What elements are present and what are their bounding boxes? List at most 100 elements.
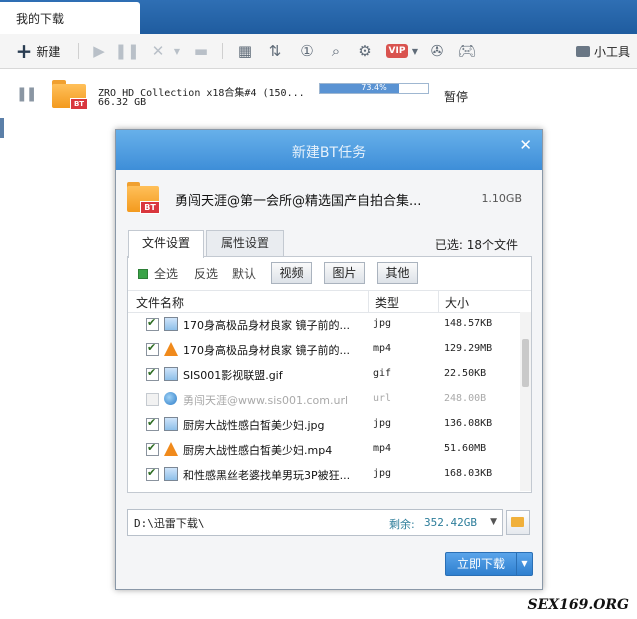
- save-path-field[interactable]: D:\迅雷下载\ 剩余: 352.42GB ▼: [127, 509, 503, 536]
- default-selection-link[interactable]: 默认: [232, 265, 256, 282]
- file-checkbox[interactable]: [146, 366, 159, 381]
- file-type: mp4: [373, 443, 392, 454]
- file-type: mp4: [373, 343, 392, 354]
- video-file-icon: [164, 342, 178, 356]
- tools-label: 小工具: [593, 44, 630, 59]
- file-type: url: [373, 393, 392, 404]
- download-options-dropdown[interactable]: ▼: [516, 552, 533, 576]
- file-row[interactable]: 勇闯天涯@www.sis001.com.url url 248.00B: [128, 387, 520, 412]
- search-icon[interactable]: ⌕: [325, 40, 347, 62]
- save-path-text: D:\迅雷下载\: [134, 517, 205, 530]
- column-type[interactable]: 类型: [375, 294, 399, 311]
- file-name: 170身高极品身材良家 镜子前的...: [183, 344, 350, 357]
- file-size: 136.08KB: [444, 418, 493, 429]
- video-file-icon: [164, 442, 178, 456]
- download-now-button[interactable]: 立即下载: [445, 552, 517, 576]
- tab-property-settings[interactable]: 属性设置: [206, 230, 284, 257]
- file-row[interactable]: SIS001影视联盟.gif gif 22.50KB: [128, 362, 520, 387]
- file-type: jpg: [373, 418, 392, 429]
- file-row[interactable]: 厨房大战性感白皙美少妇.mp4 mp4 51.60MB: [128, 437, 520, 462]
- tab-my-downloads[interactable]: 我的下载: [0, 2, 140, 34]
- filter-bar: 全选 反选 默认 视频 图片 其他: [128, 257, 531, 290]
- file-table-header: 文件名称 类型 大小: [128, 290, 531, 313]
- file-name: 厨房大战性感白皙美少妇.mp4: [183, 444, 333, 457]
- tab-file-settings[interactable]: 文件设置: [128, 230, 204, 258]
- file-checkbox[interactable]: [146, 316, 159, 331]
- download-size: 66.32 GB: [98, 97, 147, 108]
- download-row[interactable]: ❚❚ BT ZRO HD Collection x18合集#4 (150... …: [0, 72, 637, 120]
- row-pause-icon[interactable]: ❚❚: [16, 86, 38, 102]
- filter-image-button[interactable]: 图片: [324, 262, 365, 284]
- new-task-button[interactable]: + 新建: [12, 40, 64, 62]
- file-row[interactable]: 170身高极品身材良家 镜子前的... jpg 148.57KB: [128, 312, 520, 337]
- sort-icon[interactable]: ⇅: [264, 40, 286, 62]
- image-file-icon: [164, 467, 178, 481]
- select-all-link[interactable]: 全选: [154, 265, 178, 282]
- selected-count: 已选: 18个文件: [434, 238, 518, 252]
- chevron-down-icon[interactable]: ▼: [490, 517, 497, 527]
- gamepad-icon[interactable]: 🎮︎: [456, 40, 478, 62]
- column-divider: [368, 291, 369, 312]
- file-name: SIS001影视联盟.gif: [183, 369, 283, 382]
- bt-folder-icon: BT: [52, 80, 88, 110]
- pause-icon[interactable]: ❚❚: [114, 40, 139, 62]
- dialog-title-bar[interactable]: 新建BT任务 ✕: [116, 130, 542, 170]
- task-size: 1.10GB: [481, 192, 522, 205]
- file-type: gif: [373, 368, 392, 379]
- file-row[interactable]: 170身高极品身材良家 镜子前的... mp4 129.29MB: [128, 337, 520, 362]
- tab-my-downloads-label: 我的下载: [16, 12, 65, 26]
- file-list-scrollbar[interactable]: [520, 312, 531, 491]
- invert-selection-link[interactable]: 反选: [194, 265, 218, 282]
- file-type: jpg: [373, 468, 392, 479]
- filter-video-button[interactable]: 视频: [271, 262, 312, 284]
- vip-icon[interactable]: VIP: [384, 40, 410, 62]
- open-folder-icon[interactable]: ▬: [190, 40, 212, 62]
- file-size: 129.29MB: [444, 343, 493, 354]
- tools-button[interactable]: 小工具: [575, 40, 631, 62]
- task-name: 勇闯天涯@第一会所@精选国产自拍合集...: [175, 194, 422, 209]
- bt-folder-icon: BT: [127, 182, 160, 214]
- file-checkbox[interactable]: [146, 441, 159, 456]
- file-checkbox[interactable]: [146, 416, 159, 431]
- film-reel-icon[interactable]: ✇: [426, 40, 448, 62]
- file-checkbox[interactable]: [146, 341, 159, 356]
- toolbar: + 新建 ▶ ❚❚ ✕ ▼ ▬ ▦ ⇅ ① ⌕ ⚙ VIP ▼ ✇ 🎮︎ 小工具: [0, 34, 637, 69]
- vip-dropdown-icon[interactable]: ▼: [410, 40, 420, 62]
- file-type: jpg: [373, 318, 392, 329]
- side-edge-marker: [0, 118, 4, 138]
- watermark: SEX169.ORG: [527, 597, 629, 613]
- toolbox-icon: [575, 45, 590, 57]
- new-task-label: 新建: [36, 44, 61, 59]
- gear-icon[interactable]: ⚙: [354, 40, 376, 62]
- scrollbar-thumb[interactable]: [522, 339, 529, 387]
- free-space-label: 剩余:: [389, 518, 415, 531]
- close-icon[interactable]: ✕: [519, 136, 532, 154]
- play-icon[interactable]: ▶: [90, 40, 108, 62]
- file-row[interactable]: 厨房大战性感白皙美少妇.jpg jpg 136.08KB: [128, 412, 520, 437]
- download-progress-bar: 73.4%: [319, 83, 429, 94]
- browse-folder-button[interactable]: [506, 510, 530, 535]
- file-list: 170身高极品身材良家 镜子前的... jpg 148.57KB 170身高极品身材良…: [128, 312, 520, 491]
- url-file-icon: [164, 392, 177, 405]
- file-size: 22.50KB: [444, 368, 487, 379]
- file-name: 勇闯天涯@www.sis001.com.url: [183, 394, 349, 407]
- number-box-icon[interactable]: ①: [296, 40, 318, 62]
- file-list-panel: 全选 反选 默认 视频 图片 其他 文件名称 类型 大小 170身高极品身材良家…: [127, 256, 532, 493]
- toolbar-divider: [222, 43, 223, 59]
- file-name: 厨房大战性感白皙美少妇.jpg: [183, 419, 325, 432]
- delete-icon[interactable]: ✕: [148, 40, 168, 62]
- file-checkbox[interactable]: [146, 466, 159, 481]
- column-size[interactable]: 大小: [445, 294, 469, 311]
- select-all-checkbox[interactable]: [138, 269, 148, 279]
- delete-dropdown-icon[interactable]: ▼: [172, 40, 182, 62]
- grid-view-icon[interactable]: ▦: [234, 40, 256, 62]
- file-row[interactable]: 和性感黑丝老婆找单男玩3P被狂... jpg 168.03KB: [128, 462, 520, 487]
- filter-other-button[interactable]: 其他: [377, 262, 418, 284]
- dialog-title: 新建BT任务: [291, 145, 367, 161]
- file-size: 148.57KB: [444, 318, 493, 329]
- column-name[interactable]: 文件名称: [136, 294, 184, 311]
- folder-icon: [511, 517, 524, 527]
- image-file-icon: [164, 417, 178, 431]
- file-checkbox[interactable]: [146, 393, 159, 406]
- file-size: 248.00B: [444, 393, 487, 404]
